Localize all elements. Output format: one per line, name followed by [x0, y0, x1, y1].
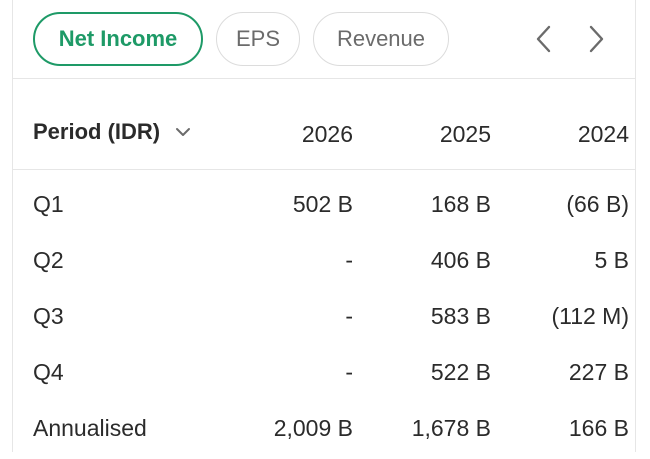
chevron-down-icon — [176, 128, 191, 136]
period-selector-label: Period (IDR) — [33, 119, 161, 144]
table-row: Q1 502 B 168 B (66 B) — [13, 179, 635, 235]
row-label: Q3 — [33, 303, 64, 329]
column-header-2024: 2024 — [577, 121, 629, 147]
row-label: Q2 — [33, 247, 64, 273]
table-cell: 227 B — [568, 359, 629, 385]
table-cell: 583 B — [430, 303, 491, 329]
table-row: Q4 - 522 B 227 B — [13, 347, 635, 403]
table-row: Q3 - 583 B (112 M) — [13, 291, 635, 347]
table-header: Period (IDR) 2026 2025 2024 — [13, 78, 635, 170]
column-header-2026: 2026 — [301, 121, 353, 147]
table-cell: - — [345, 247, 353, 273]
tab-eps[interactable]: EPS — [216, 12, 300, 66]
row-label: Q1 — [33, 191, 64, 217]
table-cell: (112 M) — [551, 303, 629, 329]
table-cell: 5 B — [594, 247, 629, 273]
tab-net-income[interactable]: Net Income — [33, 12, 203, 66]
chevron-left-icon — [536, 25, 551, 53]
table-cell: 406 B — [430, 247, 491, 273]
table-cell: 2,009 B — [273, 415, 353, 441]
table-row: Q2 - 406 B 5 B — [13, 235, 635, 291]
table-cell: 166 B — [568, 415, 629, 441]
table-cell: (66 B) — [566, 191, 629, 217]
chevron-right-icon — [589, 25, 604, 53]
table-cell: 168 B — [430, 191, 491, 217]
table-cell: 522 B — [430, 359, 491, 385]
prev-button[interactable] — [529, 22, 559, 56]
row-label: Annualised — [33, 415, 147, 441]
table-cell: - — [345, 303, 353, 329]
row-label: Q4 — [33, 359, 64, 385]
column-header-2025: 2025 — [439, 121, 491, 147]
net-income-card: Net Income EPS Revenue Period (IDR) 2026… — [12, 0, 636, 452]
table-cell: 1,678 B — [411, 415, 491, 441]
table-row-annualised: Annualised 2,009 B 1,678 B 166 B — [13, 403, 635, 459]
table-cell: 502 B — [292, 191, 353, 217]
period-selector[interactable]: Period (IDR) — [33, 119, 192, 145]
metric-tabs: Net Income EPS Revenue — [13, 0, 635, 79]
next-button[interactable] — [581, 22, 611, 56]
tab-revenue[interactable]: Revenue — [313, 12, 449, 66]
table-cell: - — [345, 359, 353, 385]
